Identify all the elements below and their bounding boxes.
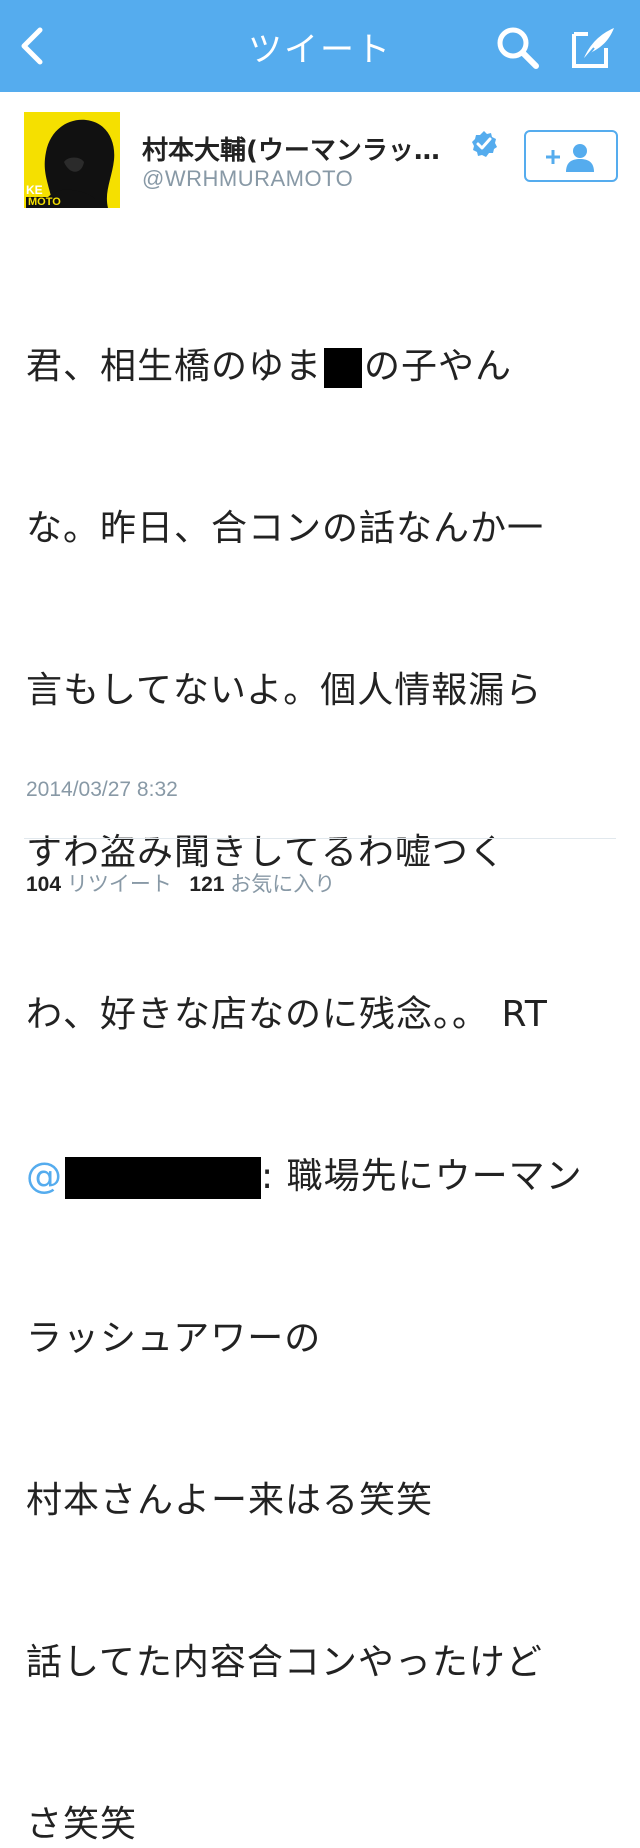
compose-icon[interactable] bbox=[570, 24, 618, 70]
author-name[interactable]: 村本大輔(ウーマンラッ… bbox=[142, 130, 440, 167]
tweet-line: さ笑笑 bbox=[26, 1804, 138, 1845]
retweet-label[interactable]: リツイート bbox=[67, 873, 172, 896]
tweet-line: ラッシュアワーの bbox=[26, 1318, 322, 1359]
tweet-line: 君、相生橋のゆま の子やん bbox=[26, 340, 616, 394]
tweet-line: 言もしてないよ。個人情報漏ら bbox=[26, 670, 543, 711]
avatar[interactable]: KE MOTO bbox=[24, 112, 120, 208]
tweet-line: 村本さんよー来はる笑笑 bbox=[26, 1480, 434, 1521]
avatar-text-2: MOTO bbox=[26, 196, 63, 208]
tweet-author-header: KE MOTO 村本大輔(ウーマンラッ… @WRHMURAMOTO bbox=[0, 92, 640, 218]
favorite-label[interactable]: お気に入り bbox=[230, 873, 335, 896]
page-title: ツイート bbox=[248, 30, 392, 70]
redaction-block bbox=[65, 1157, 261, 1199]
tweet-timestamp: 2014/03/27 8:32 bbox=[26, 778, 178, 801]
nav-bar: ツイート bbox=[0, 0, 640, 92]
tweet-text-segment: 君、相生橋のゆま bbox=[26, 346, 323, 387]
tweet-text: 君、相生橋のゆま の子やん な。昨日、合コンの話なんか一 言もしてないよ。個人情報… bbox=[26, 232, 616, 1848]
tweet-stats: 104 リツイート 121 お気に入り bbox=[26, 868, 335, 898]
tweet-line: わ、好きな店なのに残念。。 RT bbox=[26, 994, 548, 1035]
avatar-text: KE bbox=[26, 183, 43, 197]
tweet-line: 話してた内容合コンやったけど bbox=[26, 1642, 543, 1683]
verified-badge-icon bbox=[472, 131, 497, 157]
search-icon[interactable] bbox=[494, 24, 542, 70]
add-user-icon bbox=[546, 144, 594, 172]
favorite-count[interactable]: 121 bbox=[189, 873, 224, 896]
mention-link[interactable]: @ bbox=[26, 1156, 63, 1197]
follow-button[interactable] bbox=[524, 130, 618, 182]
tweet-text-segment: の子やん bbox=[364, 346, 513, 387]
retweet-count[interactable]: 104 bbox=[26, 873, 61, 896]
tweet-text-segment: : 職場先にウーマン bbox=[261, 1156, 583, 1197]
redaction-block bbox=[324, 348, 363, 388]
author-handle[interactable]: @WRHMURAMOTO bbox=[142, 166, 353, 192]
tweet-line: @ : 職場先にウーマン bbox=[26, 1150, 616, 1204]
tweet-line: な。昨日、合コンの話なんか一 bbox=[26, 508, 545, 549]
divider bbox=[24, 838, 616, 839]
